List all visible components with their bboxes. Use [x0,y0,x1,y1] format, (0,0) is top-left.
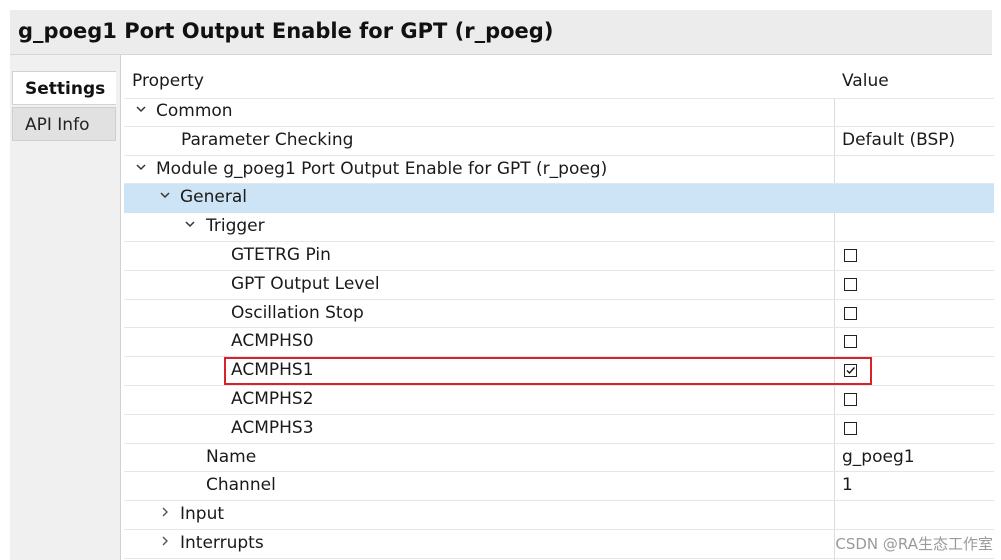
tree-row-acmphs2[interactable]: ACMPHS2 [124,386,994,415]
tree-row-acmphs0[interactable]: ACMPHS0 [124,328,994,358]
acmphs1-checkbox[interactable] [844,364,857,378]
row-value[interactable]: g_poeg1 [842,447,915,467]
acmphs2-checkbox[interactable] [844,393,857,406]
gtetrg-pin-checkbox[interactable] [844,249,857,262]
properties-tab-strip: Settings API Info [10,55,121,560]
tree-row-input[interactable]: Input [124,501,994,530]
row-label: Name [206,446,257,467]
editor-title: g_poeg1 Port Output Enable for GPT (r_po… [18,19,554,43]
property-column-header[interactable]: Property [132,71,204,91]
row-value[interactable]: Default (BSP) [842,130,955,150]
tree-row-acmphs3[interactable]: ACMPHS3 [124,415,994,444]
row-label: Trigger [206,216,265,237]
tree-row-channel[interactable]: Channel 1 [124,472,994,502]
tab-settings[interactable]: Settings [12,71,116,105]
tree-row-acmphs1[interactable]: ACMPHS1 [124,357,994,386]
value-column-header[interactable]: Value [842,71,889,91]
tree-row-general[interactable]: General [124,184,994,214]
row-label: ACMPHS1 [231,360,314,381]
tree-row-common[interactable]: Common [124,98,994,127]
oscillation-stop-checkbox[interactable] [844,306,857,320]
gpt-output-level-checkbox[interactable] [844,277,857,291]
tab-api-info[interactable]: API Info [12,107,116,141]
tree-row-parameter-checking[interactable]: Parameter Checking Default (BSP) [124,127,994,156]
checkmark-icon [846,367,856,375]
row-label: ACMPHS2 [231,389,314,409]
row-value[interactable]: 1 [842,475,853,495]
chevron-down-icon[interactable] [183,218,197,234]
row-label: ACMPHS0 [231,331,314,352]
row-label: Module g_poeg1 Port Output Enable for GP… [156,158,608,179]
table-header: Property Value [124,66,994,99]
tree-row-gpt-output-level[interactable]: GPT Output Level [124,271,994,300]
acmphs0-checkbox[interactable] [844,335,857,349]
row-label: General [180,187,247,208]
chevron-down-icon[interactable] [134,161,148,177]
tree-row-oscillation-stop[interactable]: Oscillation Stop [124,300,994,329]
editor-title-bar: g_poeg1 Port Output Enable for GPT (r_po… [10,10,992,55]
row-label: Channel [206,475,276,496]
chevron-right-icon[interactable] [158,506,172,522]
tree-row-name[interactable]: Name g_poeg1 [124,444,994,473]
row-label: Oscillation Stop [231,302,364,323]
chevron-right-icon[interactable] [158,535,172,551]
acmphs3-checkbox[interactable] [844,421,857,435]
row-label: Parameter Checking [181,129,354,150]
watermark: CSDN @RA生态工作室 [835,535,993,553]
row-label: ACMPHS3 [231,417,314,438]
tree-row-gtetrg-pin[interactable]: GTETRG Pin [124,242,994,271]
row-label: Common [156,101,233,121]
tree-row-trigger[interactable]: Trigger [124,213,994,242]
row-label: Interrupts [180,533,264,553]
row-label: GPT Output Level [231,273,380,294]
row-label: GTETRG Pin [231,245,331,265]
chevron-down-icon[interactable] [158,189,172,205]
row-label: Input [180,504,225,525]
tree-row-module[interactable]: Module g_poeg1 Port Output Enable for GP… [124,156,994,185]
chevron-down-icon[interactable] [134,103,148,119]
